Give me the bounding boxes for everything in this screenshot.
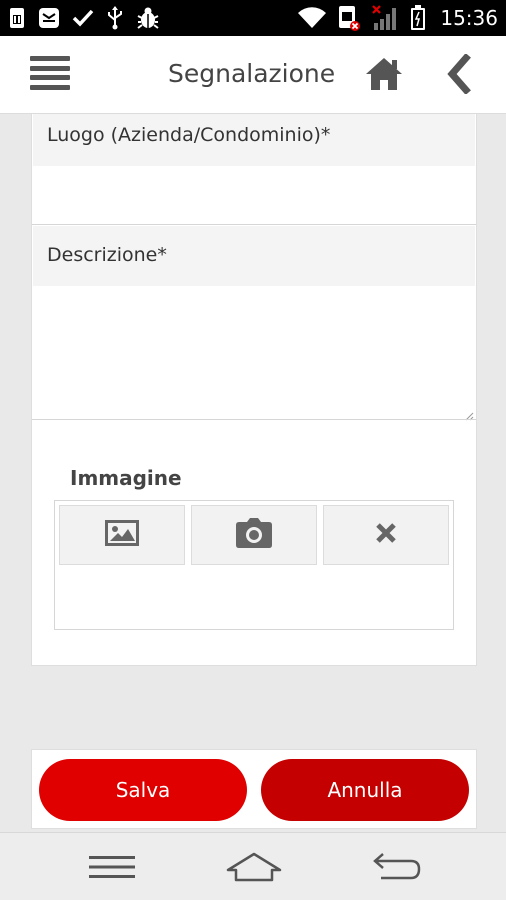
check-icon	[72, 8, 94, 28]
divider	[32, 224, 476, 225]
descrizione-label: Descrizione*	[33, 226, 475, 286]
wifi-icon	[298, 7, 327, 29]
camera-button[interactable]	[191, 505, 317, 565]
luogo-label: Luogo (Azienda/Condominio)*	[33, 114, 475, 166]
luogo-input[interactable]	[33, 166, 475, 224]
page-title: Segnalazione	[168, 59, 336, 88]
immagine-title: Immagine	[70, 466, 182, 490]
remove-icon	[375, 522, 397, 548]
image-gallery-icon	[105, 520, 139, 550]
remove-image-button[interactable]	[323, 505, 449, 565]
home-icon[interactable]	[364, 56, 404, 92]
app-header: Segnalazione	[0, 36, 506, 114]
camera-icon	[236, 518, 272, 552]
system-home-icon[interactable]	[226, 850, 282, 884]
action-panel: Salva Annulla	[31, 749, 477, 829]
status-bar-right: 15:36	[298, 0, 498, 36]
descrizione-textarea[interactable]	[33, 286, 475, 418]
status-bar-left	[8, 0, 160, 36]
hamburger-menu-icon[interactable]	[30, 56, 70, 90]
textarea-resize-handle[interactable]	[464, 406, 474, 421]
back-arrow-icon[interactable]	[370, 850, 422, 884]
sim-icon	[8, 7, 26, 29]
battery-icon	[410, 5, 426, 31]
sim-no-service-icon	[338, 4, 361, 32]
image-attachment-box	[54, 500, 454, 630]
report-form: Luogo (Azienda/Condominio)* Descrizione*…	[31, 114, 477, 666]
message-icon	[38, 7, 60, 29]
chevron-left-icon[interactable]	[444, 53, 474, 95]
status-bar-time: 15:36	[440, 6, 498, 30]
recent-apps-menu-icon[interactable]	[88, 850, 136, 884]
status-bar: 15:36	[0, 0, 506, 36]
image-gallery-button[interactable]	[59, 505, 185, 565]
cancel-button[interactable]: Annulla	[261, 759, 469, 821]
save-button[interactable]: Salva	[39, 759, 247, 821]
divider	[32, 419, 476, 420]
bug-icon	[136, 6, 160, 30]
system-nav-bar	[0, 832, 506, 900]
usb-icon	[106, 6, 124, 30]
signal-icon	[372, 5, 398, 31]
